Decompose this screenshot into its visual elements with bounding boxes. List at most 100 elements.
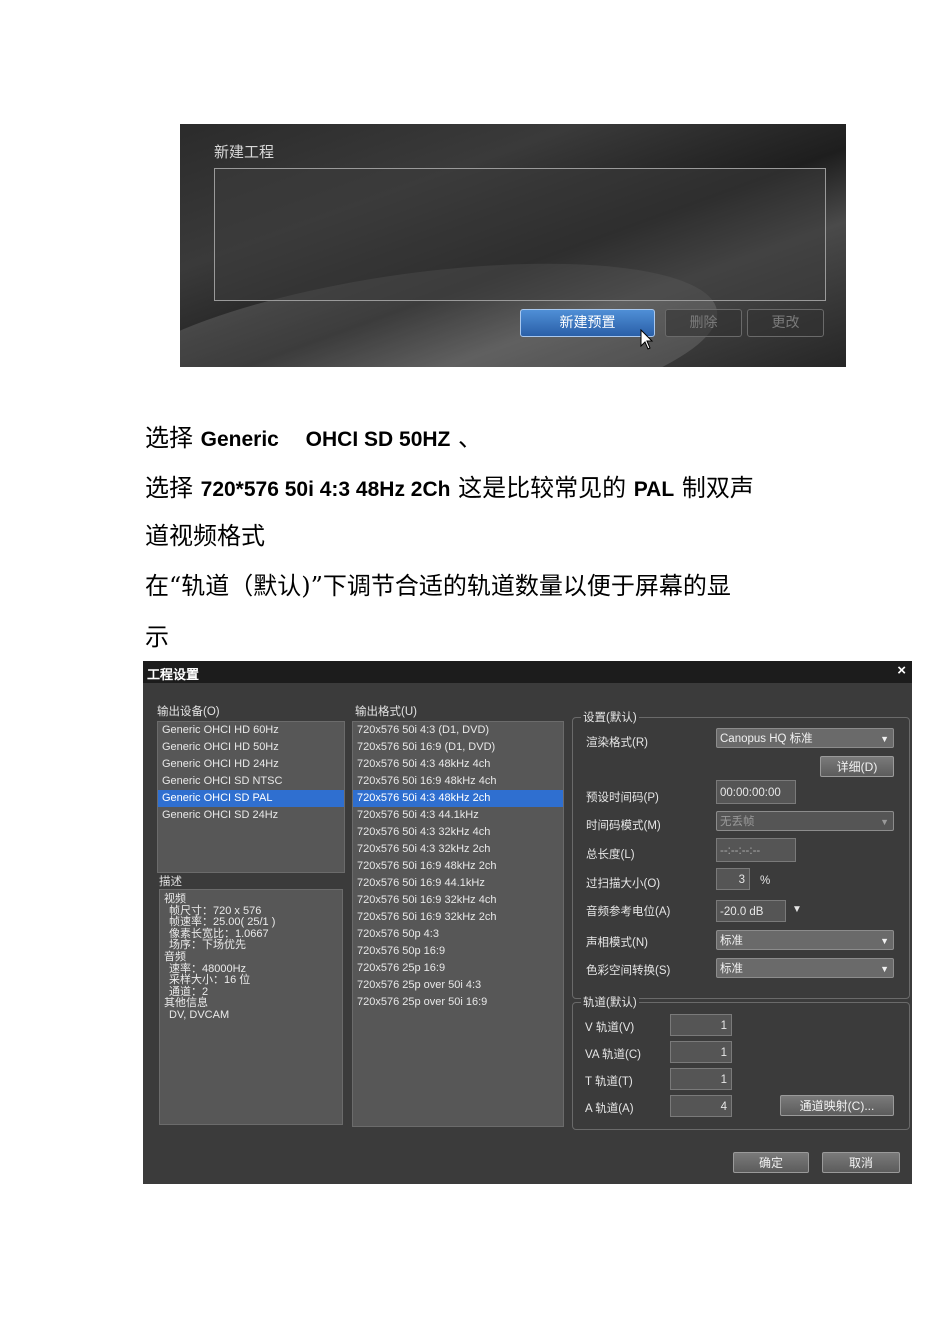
output-format-item[interactable]: 720x576 25p 16:9 [353, 960, 563, 977]
close-icon[interactable]: × [897, 662, 906, 679]
a-track-label: A 轨道(A) [585, 1103, 634, 1115]
output-format-item[interactable]: 720x576 50i 4:3 44.1kHz [353, 807, 563, 824]
line2-mid: 这是比较常见的 [450, 474, 634, 502]
output-format-item[interactable]: 720x576 50i 16:9 48kHz 4ch [353, 773, 563, 790]
tracks-group: 轨道(默认) V 轨道(V) 1 VA 轨道(C) 1 T 轨道(T) 1 A … [572, 994, 910, 1130]
instruction-line-1: 选择 Generic OHCI SD 50HZ 、 [145, 418, 482, 453]
line1-bold: Generic OHCI SD 50HZ [200, 428, 451, 451]
output-format-item[interactable]: 720x576 50p 16:9 [353, 943, 563, 960]
description-line: 采样大小：16 位 [169, 974, 251, 987]
description-box: 视频 帧尺寸：720 x 576 帧速率：25.00( 25/1 ) 像素长宽比：1.… [159, 889, 343, 1125]
output-format-item[interactable]: 720x576 50i 16:9 48kHz 2ch [353, 858, 563, 875]
output-device-item[interactable]: Generic OHCI HD 60Hz [158, 722, 344, 739]
tracks-group-title: 轨道(默认) [581, 994, 639, 1010]
output-format-item[interactable]: 720x576 50i 4:3 48kHz 2ch [353, 790, 563, 807]
new-preset-button[interactable]: 新建预置 [520, 309, 655, 337]
output-format-item[interactable]: 720x576 50i 4:3 32kHz 4ch [353, 824, 563, 841]
output-format-item[interactable]: 720x576 50i 4:3 32kHz 2ch [353, 841, 563, 858]
total-length-label: 总长度(L) [586, 849, 635, 861]
overscan-unit: % [760, 875, 771, 887]
output-format-item[interactable]: 720x576 25p over 50i 16:9 [353, 994, 563, 1011]
output-device-item[interactable]: Generic OHCI SD NTSC [158, 773, 344, 790]
output-device-item[interactable]: Generic OHCI HD 24Hz [158, 756, 344, 773]
instruction-line-2: 选择 720*576 50i 4:3 48Hz 2Ch 这是比较常见的 PAL … [145, 468, 754, 503]
dialog-title: 工程设置 [147, 667, 200, 682]
color-space-dropdown[interactable]: 标准 ▼ [716, 958, 894, 978]
phase-mode-dropdown[interactable]: 标准 ▼ [716, 930, 894, 950]
line2-bold: 720*576 50i 4:3 48Hz 2Ch [200, 478, 451, 501]
description-line: 视频 [164, 893, 186, 905]
line2-bold2: PAL [633, 478, 675, 501]
line2-suffix: 制双声 [674, 474, 754, 502]
instruction-line-5: 示 [145, 623, 169, 651]
line1-prefix: 选择 [145, 424, 201, 452]
output-format-item[interactable]: 720x576 50i 4:3 (D1, DVD) [353, 722, 563, 739]
instruction-line-4: 在“轨道（默认)”下调节合适的轨道数量以便于屏幕的显 [145, 572, 731, 600]
t-track-label: T 轨道(T) [585, 1076, 633, 1088]
a-track-input[interactable]: 4 [670, 1095, 732, 1117]
new-project-screenshot: 新建工程 新建预置 删除 更改 [180, 124, 846, 367]
phase-mode-label: 声相模式(N) [586, 937, 648, 949]
audio-ref-input[interactable]: -20.0 dB [716, 900, 786, 922]
color-space-value: 标准 [720, 963, 743, 975]
description-line: 音频 [164, 950, 186, 963]
v-track-label: V 轨道(V) [585, 1022, 635, 1034]
ok-button[interactable]: 确定 [733, 1152, 809, 1173]
output-device-item[interactable]: Generic OHCI SD 24Hz [158, 807, 344, 824]
phase-mode-value: 标准 [720, 935, 743, 947]
output-format-item[interactable]: 720x576 50i 16:9 44.1kHz [353, 875, 563, 892]
output-format-list[interactable]: 720x576 50i 4:3 (D1, DVD) 720x576 50i 16:… [352, 721, 564, 1127]
description-line: DV, DVCAM [169, 1008, 230, 1021]
new-project-title: 新建工程 [214, 143, 275, 161]
modify-button[interactable]: 更改 [747, 309, 824, 337]
settings-group-title: 设置(默认) [581, 709, 639, 725]
preset-list-box[interactable] [214, 168, 826, 301]
output-device-list[interactable]: Generic OHCI HD 60Hz Generic OHCI HD 50Hz… [157, 721, 345, 873]
delete-button[interactable]: 删除 [665, 309, 742, 337]
output-format-item[interactable]: 720x576 50i 4:3 48kHz 4ch [353, 756, 563, 773]
preset-timecode-label: 预设时间码(P) [586, 792, 659, 804]
line1-suffix: 、 [450, 424, 483, 452]
va-track-input[interactable]: 1 [670, 1041, 732, 1063]
output-device-item[interactable]: Generic OHCI SD PAL [158, 790, 344, 807]
settings-group: 设置(默认) 渲染格式(R) Canopus HQ 标准 ▼ 详细(D) 预设时间… [572, 709, 910, 999]
render-format-dropdown[interactable]: Canopus HQ 标准 ▼ [716, 728, 894, 748]
mouse-cursor-icon [640, 329, 654, 350]
output-device-item[interactable]: Generic OHCI HD 50Hz [158, 739, 344, 756]
line2-prefix: 选择 [145, 474, 201, 502]
description-label: 描述 [159, 876, 182, 888]
output-format-label: 输出格式(U) [355, 706, 417, 718]
dialog-titlebar: 工程设置 × [143, 661, 912, 683]
output-format-item[interactable]: 720x576 50i 16:9 32kHz 2ch [353, 909, 563, 926]
output-format-item[interactable]: 720x576 50i 16:9 (D1, DVD) [353, 739, 563, 756]
detail-button[interactable]: 详细(D) [820, 756, 894, 777]
timecode-mode-label: 时间码模式(M) [586, 820, 661, 832]
render-format-value: Canopus HQ 标准 [720, 733, 813, 745]
overscan-label: 过扫描大小(O) [586, 878, 661, 890]
v-track-input[interactable]: 1 [670, 1014, 732, 1036]
preset-timecode-input[interactable]: 00:00:00:00 [716, 780, 796, 804]
total-length-input[interactable]: --:--:--:-- [716, 838, 796, 862]
audio-ref-label: 音频参考电位(A) [586, 906, 671, 918]
chevron-down-icon: ▼ [880, 817, 889, 827]
timecode-mode-dropdown[interactable]: 无丢帧 ▼ [716, 811, 894, 831]
output-format-item[interactable]: 720x576 50i 16:9 32kHz 4ch [353, 892, 563, 909]
audio-ref-dropdown-icon[interactable]: ▼ [792, 904, 802, 915]
instruction-line-3: 道视频格式 [145, 522, 265, 550]
output-device-label: 输出设备(O) [157, 706, 220, 718]
cancel-button[interactable]: 取消 [822, 1152, 900, 1173]
render-format-label: 渲染格式(R) [586, 737, 648, 749]
t-track-input[interactable]: 1 [670, 1068, 732, 1090]
output-format-item[interactable]: 720x576 25p over 50i 4:3 [353, 977, 563, 994]
color-space-label: 色彩空间转换(S) [586, 965, 671, 977]
chevron-down-icon: ▼ [880, 936, 889, 946]
description-line: 场序：下场优先 [169, 939, 246, 952]
chevron-down-icon: ▼ [880, 734, 889, 744]
timecode-mode-value: 无丢帧 [720, 816, 755, 828]
overscan-input[interactable]: 3 [716, 868, 750, 890]
chevron-down-icon: ▼ [880, 964, 889, 974]
channel-map-button[interactable]: 通道映射(C)... [780, 1095, 894, 1116]
output-format-item[interactable]: 720x576 50p 4:3 [353, 926, 563, 943]
va-track-label: VA 轨道(C) [585, 1049, 642, 1061]
project-settings-dialog: 工程设置 × 输出设备(O) Generic OHCI HD 60Hz Gener… [143, 661, 912, 1184]
